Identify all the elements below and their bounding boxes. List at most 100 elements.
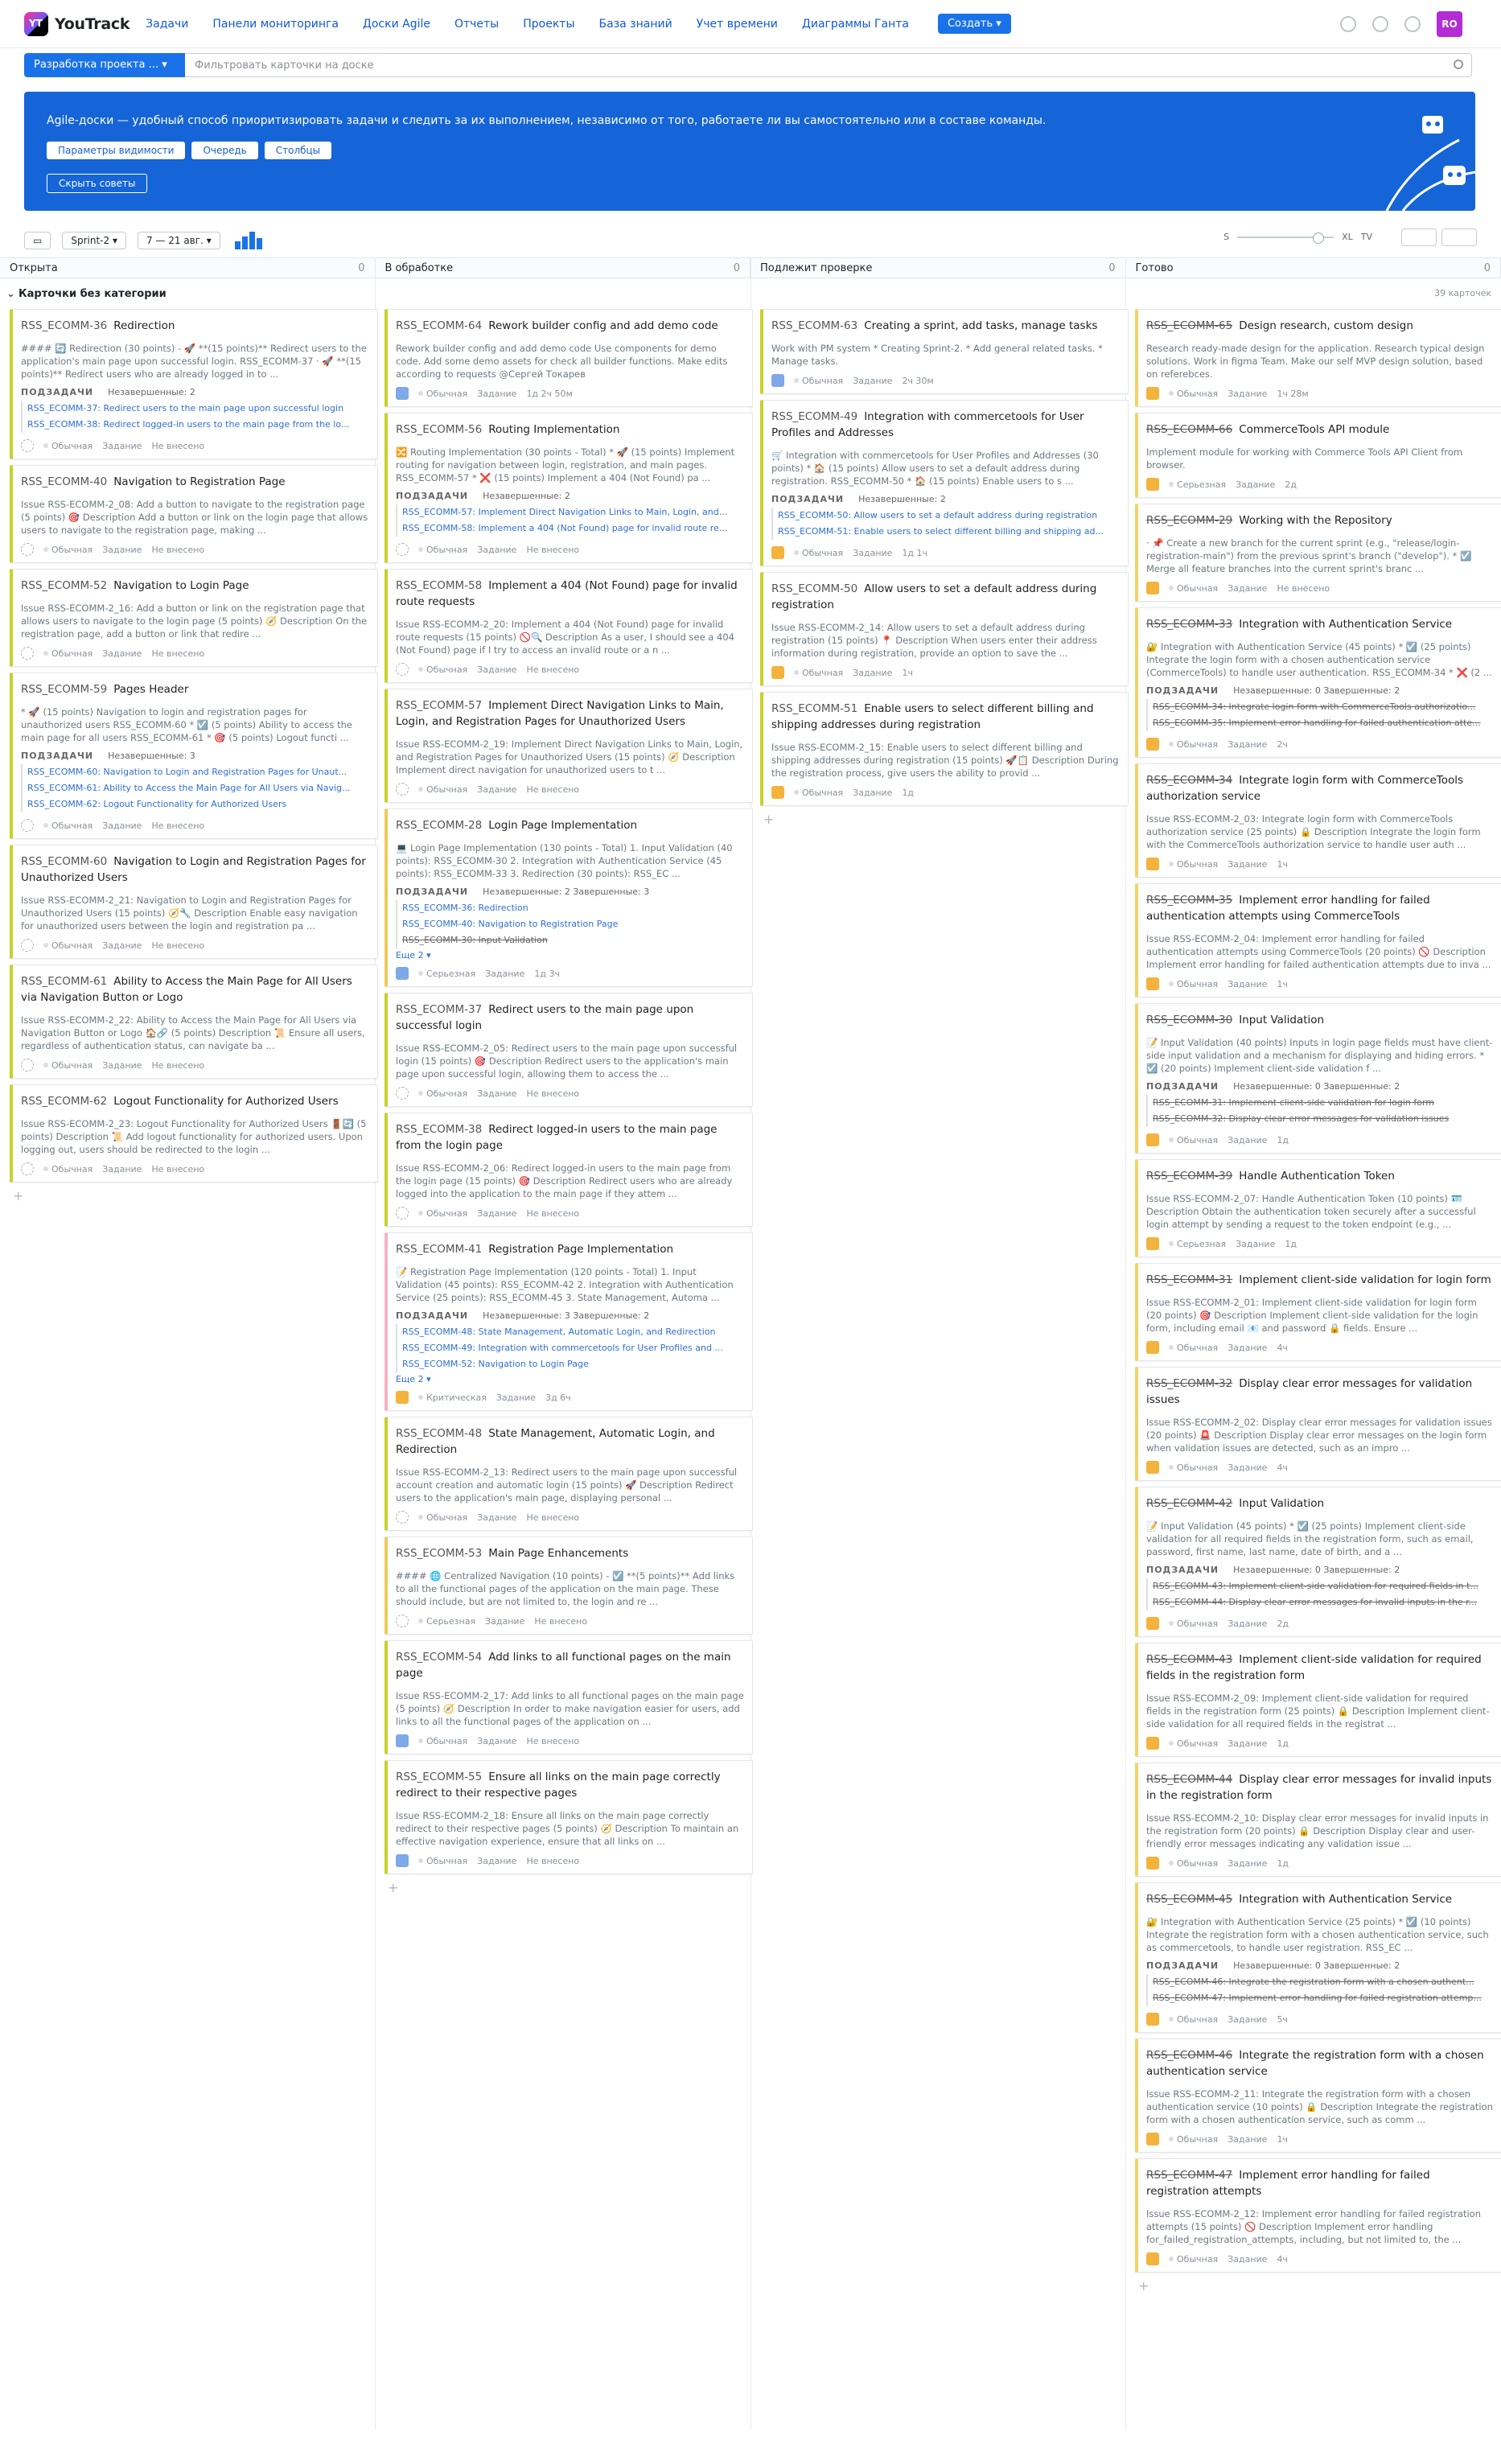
assignee-avatar[interactable] bbox=[396, 1734, 409, 1747]
subtask-link[interactable]: RSS_ECOMM-38: Redirect logged-in users t… bbox=[27, 417, 369, 433]
subtask-link[interactable]: RSS_ECOMM-35: Implement error handling f… bbox=[1153, 715, 1495, 731]
assignee-avatar[interactable] bbox=[21, 1162, 34, 1175]
columns-button[interactable]: Столбцы bbox=[264, 142, 332, 159]
issue-id-link[interactable]: RSS_ECOMM-45 bbox=[1146, 1893, 1232, 1906]
subtask-link[interactable]: RSS_ECOMM-40: Navigation to Registration… bbox=[402, 916, 744, 932]
card-summary[interactable]: Pages Header bbox=[113, 683, 188, 696]
issue-card[interactable]: RSS_ECOMM-52 Navigation to Login Page Issu… bbox=[10, 569, 378, 667]
issue-card[interactable]: RSS_ECOMM-39 Handle Authentication Token I… bbox=[1135, 1159, 1501, 1257]
priority-field[interactable]: Обычная bbox=[794, 788, 843, 798]
assignee-avatar[interactable] bbox=[1146, 478, 1159, 491]
issue-id-link[interactable]: RSS_ECOMM-59 bbox=[21, 683, 107, 696]
assignee-avatar[interactable] bbox=[771, 546, 784, 559]
issue-id-link[interactable]: RSS_ECOMM-66 bbox=[1146, 423, 1232, 436]
priority-field[interactable]: Обычная bbox=[1169, 859, 1218, 870]
priority-field[interactable]: Обычная bbox=[1169, 1619, 1218, 1629]
board-filter-input[interactable]: Фильтровать карточки на доске bbox=[185, 53, 1472, 77]
estimation-field[interactable]: Не внесено bbox=[526, 1208, 579, 1219]
assignee-avatar[interactable] bbox=[1146, 387, 1159, 400]
assignee-avatar[interactable] bbox=[771, 786, 784, 799]
assignee-avatar[interactable] bbox=[21, 543, 34, 556]
estimation-field[interactable]: 1д bbox=[1277, 1858, 1289, 1869]
assignee-avatar[interactable] bbox=[1146, 1461, 1159, 1474]
issue-id-link[interactable]: RSS_ECOMM-65 bbox=[1146, 319, 1232, 332]
assignee-avatar[interactable] bbox=[396, 543, 409, 556]
estimation-field[interactable]: Не внесено bbox=[534, 1616, 587, 1627]
type-field[interactable]: Задание bbox=[1228, 2134, 1267, 2145]
subtask-link[interactable]: RSS_ECOMM-44: Display clear error messag… bbox=[1153, 1594, 1495, 1610]
type-field[interactable]: Задание bbox=[1228, 859, 1267, 870]
priority-field[interactable]: Обычная bbox=[43, 821, 93, 831]
subtask-link[interactable]: RSS_ECOMM-36: Redirection bbox=[402, 900, 744, 916]
priority-field[interactable]: Обычная bbox=[43, 1164, 93, 1174]
priority-field[interactable]: Серьезная bbox=[1169, 479, 1226, 490]
nav-issues[interactable]: Задачи bbox=[146, 18, 188, 31]
estimation-field[interactable]: 2ч 30м bbox=[902, 376, 933, 386]
issue-id-link[interactable]: RSS_ECOMM-56 bbox=[396, 423, 482, 436]
type-field[interactable]: Задание bbox=[102, 821, 142, 831]
estimation-field[interactable]: Не внесено bbox=[526, 545, 579, 555]
estimation-field[interactable]: 1ч bbox=[1277, 859, 1288, 870]
assignee-avatar[interactable] bbox=[771, 374, 784, 387]
notifications-bell-icon[interactable] bbox=[1340, 16, 1356, 32]
settings-gear-icon[interactable] bbox=[1404, 16, 1421, 32]
priority-field[interactable]: Обычная bbox=[1169, 1462, 1218, 1473]
estimation-field[interactable]: Не внесено bbox=[151, 441, 204, 451]
subtask-link[interactable]: RSS_ECOMM-47: Implement error handling f… bbox=[1153, 1990, 1495, 2006]
issue-card[interactable]: RSS_ECOMM-40 Navigation to Registration P… bbox=[10, 465, 378, 563]
priority-field[interactable]: Обычная bbox=[794, 668, 843, 678]
issue-id-link[interactable]: RSS_ECOMM-28 bbox=[396, 819, 482, 832]
assignee-avatar[interactable] bbox=[1146, 2013, 1159, 2026]
estimation-field[interactable]: 3д 6ч bbox=[545, 1392, 571, 1403]
type-field[interactable]: Задание bbox=[1236, 1239, 1275, 1249]
type-field[interactable]: Задание bbox=[1228, 1462, 1267, 1473]
issue-card[interactable]: RSS_ECOMM-33 Integration with Authenticat… bbox=[1135, 607, 1501, 758]
priority-field[interactable]: Обычная bbox=[418, 389, 467, 399]
subtask-link[interactable]: RSS_ECOMM-51: Enable users to select dif… bbox=[778, 524, 1120, 540]
card-summary[interactable]: Handle Authentication Token bbox=[1239, 1170, 1395, 1183]
issue-id-link[interactable]: RSS_ECOMM-48 bbox=[396, 1427, 482, 1440]
estimation-field[interactable]: 1д bbox=[1277, 1738, 1289, 1749]
issue-card[interactable]: RSS_ECOMM-53 Main Page Enhancements #### 🌐… bbox=[385, 1536, 753, 1635]
type-field[interactable]: Задание bbox=[102, 1060, 142, 1071]
priority-field[interactable]: Обычная bbox=[43, 545, 93, 555]
issue-id-link[interactable]: RSS_ECOMM-55 bbox=[396, 1771, 482, 1783]
priority-field[interactable]: Обычная bbox=[1169, 1135, 1218, 1146]
type-field[interactable]: Задание bbox=[1228, 389, 1267, 399]
issue-card[interactable]: RSS_ECOMM-28 Login Page Implementation 💻 L… bbox=[385, 808, 753, 987]
assignee-avatar[interactable] bbox=[396, 783, 409, 796]
estimation-field[interactable]: Не внесено bbox=[526, 784, 579, 795]
issue-id-link[interactable]: RSS_ECOMM-44 bbox=[1146, 1773, 1232, 1786]
issue-id-link[interactable]: RSS_ECOMM-46 bbox=[1146, 2049, 1232, 2062]
card-summary[interactable]: Design research, custom design bbox=[1239, 319, 1413, 332]
add-card-button[interactable]: + bbox=[763, 812, 1129, 827]
type-field[interactable]: Задание bbox=[102, 1164, 142, 1174]
sprint-dates[interactable]: 7 — 21 авг. ▾ bbox=[137, 232, 220, 249]
type-field[interactable]: Задание bbox=[1236, 479, 1275, 490]
estimation-field[interactable]: 1д bbox=[1285, 1239, 1297, 1249]
estimation-field[interactable]: 4ч bbox=[1277, 2254, 1288, 2264]
issue-card[interactable]: RSS_ECOMM-60 Navigation to Login and Regi… bbox=[10, 845, 378, 959]
issue-id-link[interactable]: RSS_ECOMM-58 bbox=[396, 579, 482, 592]
card-summary[interactable]: Rework builder config and add demo code bbox=[488, 319, 718, 332]
priority-field[interactable]: Критическая bbox=[418, 1392, 487, 1403]
issue-card[interactable]: RSS_ECOMM-66 CommerceTools API module Impl… bbox=[1135, 413, 1501, 498]
issue-id-link[interactable]: RSS_ECOMM-33 bbox=[1146, 618, 1232, 631]
type-field[interactable]: Задание bbox=[477, 1512, 516, 1523]
subtask-link[interactable]: RSS_ECOMM-48: State Management, Automati… bbox=[402, 1324, 744, 1340]
issue-card[interactable]: RSS_ECOMM-64 Rework builder config and ad… bbox=[385, 309, 753, 407]
issue-card[interactable]: RSS_ECOMM-62 Logout Functionality for Aut… bbox=[10, 1084, 378, 1183]
type-field[interactable]: Задание bbox=[102, 441, 142, 451]
card-summary[interactable]: Navigation to Login Page bbox=[113, 579, 249, 592]
issue-card[interactable]: RSS_ECOMM-58 Implement a 404 (Not Found) … bbox=[385, 569, 753, 683]
estimation-field[interactable]: Не внесено bbox=[526, 1856, 579, 1866]
issue-id-link[interactable]: RSS_ECOMM-50 bbox=[771, 582, 857, 595]
column-header-open[interactable]: Открыта 0 bbox=[0, 257, 376, 278]
assignee-avatar[interactable] bbox=[396, 1207, 409, 1220]
issue-card[interactable]: RSS_ECOMM-59 Pages Header * 🚀 (15 points) … bbox=[10, 673, 378, 839]
issue-id-link[interactable]: RSS_ECOMM-61 bbox=[21, 975, 107, 988]
subtask-link[interactable]: RSS_ECOMM-62: Logout Functionality for A… bbox=[27, 796, 369, 812]
search-icon[interactable] bbox=[1454, 60, 1463, 69]
inbox-icon[interactable]: ▭ bbox=[24, 232, 51, 249]
issue-card[interactable]: RSS_ECOMM-56 Routing Implementation 🔀 Rout… bbox=[385, 413, 753, 563]
